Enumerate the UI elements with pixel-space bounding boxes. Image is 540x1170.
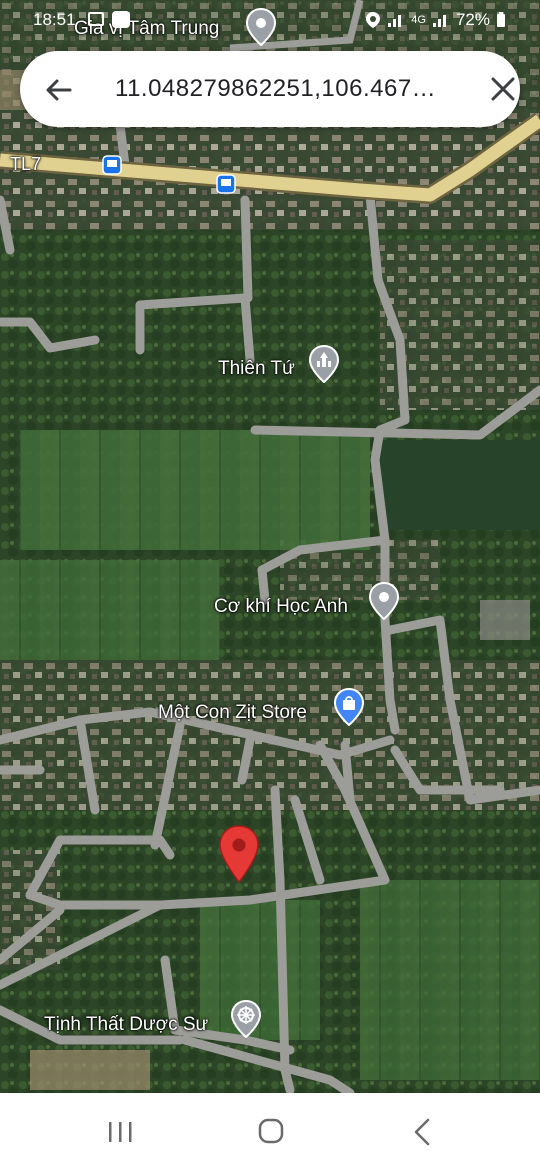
battery-icon xyxy=(497,12,505,27)
place-label-thien-tu[interactable]: Thiên Tứ xyxy=(218,358,295,380)
bus-stop-icon[interactable] xyxy=(216,174,236,194)
gallery-notification-icon xyxy=(88,12,104,26)
bus-stop-icon[interactable] xyxy=(102,155,122,175)
network-type-label: 4G xyxy=(411,14,426,26)
temple-icon[interactable] xyxy=(309,345,339,383)
search-query-text[interactable]: 11.048279862251,106.467… xyxy=(115,75,455,103)
status-bar: 18:51 4G 72% xyxy=(0,0,540,40)
location-icon xyxy=(366,12,381,28)
arrow-left-icon[interactable] xyxy=(44,75,74,105)
shopping-bag-icon[interactable] xyxy=(334,688,364,726)
close-icon[interactable] xyxy=(488,74,518,104)
battery-percent: 72% xyxy=(455,10,490,29)
recent-apps-icon[interactable] xyxy=(100,1115,140,1149)
status-time: 18:51 xyxy=(33,10,76,29)
home-icon[interactable] xyxy=(251,1115,291,1149)
back-chevron-icon[interactable] xyxy=(403,1115,443,1149)
dropped-pin-icon[interactable] xyxy=(218,824,260,884)
satellite-map[interactable]: TL7 Gia vị Tâm Trung Thiên Tứ Cơ khí Học… xyxy=(0,0,540,1093)
zalo-notification-icon xyxy=(112,11,130,28)
search-bar[interactable]: 11.048279862251,106.467… xyxy=(20,51,520,127)
dharma-wheel-icon[interactable] xyxy=(231,1000,261,1038)
signal-icon xyxy=(432,15,446,27)
map-pin-icon[interactable] xyxy=(369,582,399,620)
signal-icon xyxy=(388,15,402,27)
place-label-co-khi-hoc-anh[interactable]: Cơ khí Học Anh xyxy=(214,596,348,618)
place-label-mot-con-zit-store[interactable]: Một Con Zịt Store xyxy=(158,702,307,724)
system-navigation-bar xyxy=(0,1093,540,1170)
place-label-tinh-that-duoc-su[interactable]: Tịnh Thất Dược Sư xyxy=(44,1014,208,1036)
satellite-imagery xyxy=(0,0,540,1093)
road-label-tl7: TL7 xyxy=(10,154,42,174)
